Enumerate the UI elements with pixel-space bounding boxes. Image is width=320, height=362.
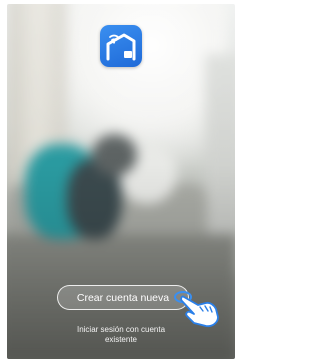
- app-logo-icon: [100, 25, 142, 67]
- create-account-button[interactable]: Crear cuenta nueva: [57, 285, 189, 310]
- pointing-hand-icon: [172, 285, 224, 329]
- login-existing-account-link[interactable]: Iniciar sesión con cuenta existente: [60, 325, 182, 345]
- welcome-screen: Crear cuenta nueva Iniciar sesión con cu…: [0, 0, 241, 362]
- create-account-label: Crear cuenta nueva: [76, 291, 170, 304]
- login-existing-account-label: Iniciar sesión con cuenta existente: [76, 325, 166, 344]
